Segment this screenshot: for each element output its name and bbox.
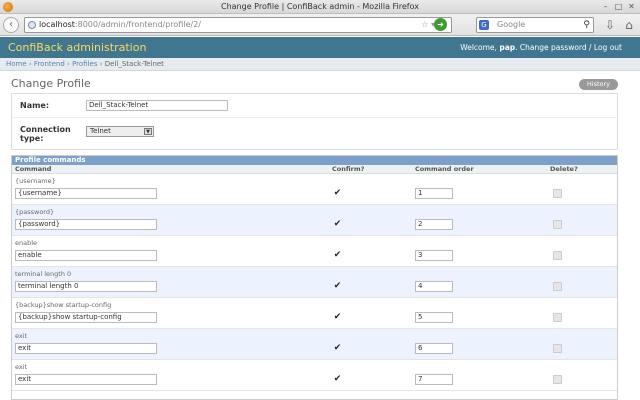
- window-title: Change Profile | ConfiBack admin - Mozil…: [220, 2, 419, 11]
- command-input[interactable]: {username}: [15, 188, 157, 199]
- download-icon[interactable]: ⇩: [603, 18, 617, 32]
- inline-caption: Profile commands: [12, 156, 617, 165]
- delete-checkbox[interactable]: [553, 344, 562, 353]
- delete-checkbox[interactable]: [553, 313, 562, 322]
- table-row: exit exit ✔ 7: [12, 360, 617, 391]
- table-row: exit exit ✔ 6: [12, 329, 617, 360]
- col-command: Command: [15, 165, 52, 173]
- browser-toolbar: ‹ localhost:8000/admin/frontend/profile/…: [0, 14, 640, 36]
- connection-label-line2: type:: [20, 134, 44, 143]
- confirm-checkbox[interactable]: ✔: [333, 344, 342, 353]
- search-icon[interactable]: ⚲: [583, 18, 590, 32]
- table-row: {backup}show startup-config {backup}show …: [12, 298, 617, 329]
- maximize-icon[interactable]: □: [614, 2, 623, 11]
- order-input[interactable]: 6: [415, 343, 453, 354]
- delete-checkbox[interactable]: [553, 282, 562, 291]
- connection-label-line1: Connection: [20, 125, 71, 134]
- command-input[interactable]: {password}: [15, 219, 157, 230]
- table-header: Command Confirm? Command order Delete?: [12, 165, 617, 174]
- page-title: Change Profile: [11, 77, 91, 90]
- home-icon[interactable]: ⌂: [622, 18, 636, 32]
- window-titlebar: Change Profile | ConfiBack admin - Mozil…: [0, 0, 640, 14]
- close-icon[interactable]: ✕: [627, 2, 636, 11]
- command-input[interactable]: {backup}show startup-config: [15, 312, 157, 323]
- back-icon[interactable]: ‹: [3, 17, 19, 33]
- order-input[interactable]: 2: [415, 219, 453, 230]
- order-input[interactable]: 7: [415, 374, 453, 385]
- name-label: Name:: [20, 101, 50, 110]
- breadcrumb-profiles[interactable]: Profiles: [72, 60, 97, 68]
- original-command: {username}: [15, 177, 56, 185]
- table-row: enable enable ✔ 3: [12, 236, 617, 267]
- command-input[interactable]: terminal length 0: [15, 281, 157, 292]
- user-tools: Welcome, pap. Change password / Log out: [460, 43, 622, 52]
- table-row: {password} {password} ✔ 2: [12, 205, 617, 236]
- url-path: :8000/admin/frontend/profile/2/: [74, 20, 201, 29]
- user-links[interactable]: Change password / Log out: [520, 43, 622, 52]
- url-host: localhost: [39, 20, 75, 29]
- breadcrumb-frontend[interactable]: Frontend: [34, 60, 65, 68]
- confirm-checkbox[interactable]: ✔: [333, 251, 342, 260]
- globe-icon: [28, 21, 36, 29]
- confirm-checkbox[interactable]: ✔: [333, 189, 342, 198]
- profile-commands-inline: Profile commands Command Confirm? Comman…: [11, 155, 618, 400]
- minimize-icon[interactable]: –: [601, 2, 610, 11]
- order-input[interactable]: 1: [415, 188, 453, 199]
- site-brand[interactable]: ConfiBack administration: [8, 37, 146, 58]
- delete-checkbox[interactable]: [553, 220, 562, 229]
- confirm-checkbox[interactable]: ✔: [333, 220, 342, 229]
- connection-row: Connection type: Telnet ▼: [12, 118, 617, 150]
- connection-type-value: Telnet: [90, 127, 111, 135]
- go-icon[interactable]: ➜: [434, 18, 447, 31]
- breadcrumb-current: Dell_Stack-Telnet: [104, 60, 164, 68]
- command-input[interactable]: enable: [15, 250, 157, 261]
- welcome-text: Welcome,: [460, 43, 497, 52]
- order-input[interactable]: 3: [415, 250, 453, 261]
- command-input[interactable]: exit: [15, 374, 157, 385]
- connection-label: Connection type:: [20, 125, 71, 143]
- bookmark-star-icon[interactable]: ☆ ▾: [421, 18, 435, 32]
- connection-type-select[interactable]: Telnet ▼: [86, 126, 154, 137]
- search-input[interactable]: G Google ⚲: [476, 17, 594, 33]
- col-confirm: Confirm?: [332, 165, 365, 173]
- command-input[interactable]: exit: [15, 343, 157, 354]
- search-placeholder: Google: [497, 20, 526, 29]
- main-content: Change Profile History Name: Dell_Stack-…: [0, 71, 640, 400]
- username: pap: [499, 43, 516, 52]
- window-controls: – □ ✕: [601, 2, 636, 11]
- breadcrumb-home[interactable]: Home: [6, 60, 27, 68]
- confirm-checkbox[interactable]: ✔: [333, 375, 342, 384]
- confirm-checkbox[interactable]: ✔: [333, 282, 342, 291]
- original-command: {password}: [15, 208, 55, 216]
- admin-header: ConfiBack administration Welcome, pap. C…: [0, 37, 640, 58]
- original-command: terminal length 0: [15, 270, 72, 278]
- original-command: exit: [15, 363, 28, 371]
- delete-checkbox[interactable]: [553, 251, 562, 260]
- original-command: {backup}show startup-config: [15, 301, 112, 309]
- url-bar[interactable]: localhost:8000/admin/frontend/profile/2/…: [24, 17, 452, 33]
- profile-fieldset: Name: Dell_Stack-Telnet Connection type:…: [11, 93, 618, 150]
- confirm-checkbox[interactable]: ✔: [333, 313, 342, 322]
- original-command: exit: [15, 332, 28, 340]
- order-input[interactable]: 4: [415, 281, 453, 292]
- history-button[interactable]: History: [578, 79, 618, 90]
- table-row: terminal length 0 terminal length 0 ✔ 4: [12, 267, 617, 298]
- firefox-icon: [3, 2, 13, 12]
- google-icon[interactable]: G: [479, 20, 489, 30]
- chevron-down-icon: ▼: [144, 128, 152, 135]
- delete-checkbox[interactable]: [553, 189, 562, 198]
- order-input[interactable]: 5: [415, 312, 453, 323]
- table-row: {username} {username} ✔ 1: [12, 174, 617, 205]
- breadcrumb: Home › Frontend › Profiles › Dell_Stack-…: [0, 58, 640, 71]
- original-command: enable: [15, 239, 38, 247]
- col-order: Command order: [415, 165, 474, 173]
- col-delete: Delete?: [550, 165, 578, 173]
- name-field[interactable]: Dell_Stack-Telnet: [86, 100, 228, 111]
- delete-checkbox[interactable]: [553, 375, 562, 384]
- name-row: Name: Dell_Stack-Telnet: [12, 94, 617, 118]
- table-body: {username} {username} ✔ 1 {password} {passwor…: [12, 174, 617, 391]
